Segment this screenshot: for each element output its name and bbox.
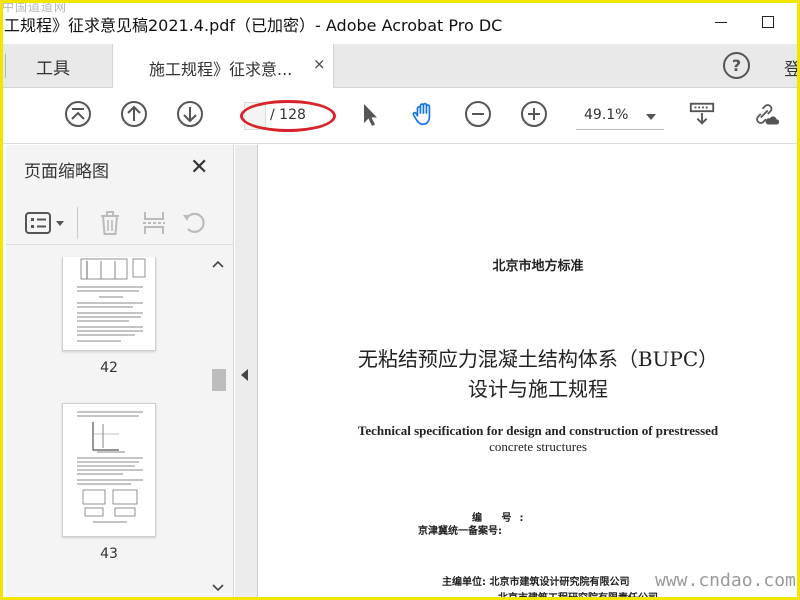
chevron-down-icon: [646, 114, 656, 120]
thumbnails-panel: 页面缩略图 ✕ 42 43: [6, 145, 234, 600]
help-icon[interactable]: ?: [723, 52, 750, 79]
doc-editor-line1: 主编单位: 北京市建筑设计研究院有限公司: [442, 577, 630, 588]
select-tool-button[interactable]: [356, 100, 384, 128]
scrolling-mode-button[interactable]: [688, 100, 716, 128]
sign-in-link[interactable]: 登: [784, 55, 800, 80]
page-preview: [77, 411, 143, 523]
toolbar-divider: [77, 207, 78, 239]
thumbnail-options-button[interactable]: [24, 209, 70, 237]
cursor-arrow-icon: [364, 104, 377, 126]
first-page-icon: [65, 101, 91, 127]
thumbnail-label: 42: [100, 360, 118, 376]
arrow-up-icon: [121, 101, 147, 127]
extract-pages-icon: [143, 212, 165, 234]
scroll-down-icon: [212, 584, 224, 592]
next-page-button[interactable]: [176, 100, 204, 128]
arrow-down-icon: [177, 101, 203, 127]
zoom-in-button[interactable]: [520, 100, 548, 128]
list-options-icon: [25, 212, 64, 234]
zoom-out-button[interactable]: [464, 100, 492, 128]
maximize-icon: [762, 16, 774, 28]
close-panel-button[interactable]: ✕: [190, 155, 208, 180]
thumbnails-scrollbar[interactable]: [208, 257, 228, 595]
tab-bar: 工具 施工规程》征求意... ×: [0, 44, 800, 88]
toolbar: / 128 49.1%: [0, 88, 800, 144]
maximize-button[interactable]: [752, 8, 784, 36]
extract-pages-button[interactable]: [140, 209, 168, 237]
plus-circle-icon: [521, 101, 547, 127]
scroll-up-icon: [212, 260, 224, 268]
page-preview: [77, 258, 146, 342]
scroll-mode-icon: [689, 102, 715, 125]
tab-document-label: 施工规程》征求意...: [149, 60, 293, 79]
thumbnails-panel-title: 页面缩略图: [24, 162, 109, 182]
minus-circle-icon: [465, 101, 491, 127]
thumbnails-toolbar: [6, 201, 234, 245]
doc-title-line2: 设计与施工规程: [468, 377, 608, 401]
document-view[interactable]: 北京市地方标准 无粘结预应力混凝土结构体系（BUPC） 设计与施工规程 Tech…: [257, 145, 800, 600]
panel-splitter[interactable]: [235, 145, 257, 600]
rotate-pages-button[interactable]: [180, 209, 208, 237]
window-title: 工规程》征求意见稿2021.4.pdf（已加密）- Adobe Acrobat …: [4, 16, 503, 35]
minimize-button[interactable]: [705, 8, 737, 36]
watermark-bottom: www.cndao.com: [655, 570, 796, 591]
doc-record-label: 京津冀统一备案号:: [418, 526, 502, 537]
zoom-select[interactable]: 49.1%: [576, 104, 664, 130]
page-number-annotation: [240, 100, 336, 132]
doc-standard-type: 北京市地方标准: [492, 259, 584, 274]
rotate-icon: [183, 212, 205, 233]
doc-editor-line2: 北京市建筑工程研究院有限责任公司: [498, 593, 658, 600]
tab-tools[interactable]: 工具: [36, 54, 70, 79]
hand-icon: [412, 102, 431, 126]
minimize-icon: [715, 21, 727, 23]
link-cloud-icon: [756, 104, 780, 125]
delete-pages-button[interactable]: [96, 209, 124, 237]
hand-tool-button[interactable]: [410, 100, 438, 128]
doc-english-title-line2: concrete structures: [489, 439, 587, 454]
tab-close-button[interactable]: ×: [313, 55, 326, 73]
thumbnail-label: 43: [100, 546, 118, 562]
share-link-button[interactable]: [752, 100, 780, 128]
page-thumbnail[interactable]: [62, 403, 156, 537]
zoom-value: 49.1%: [584, 107, 629, 123]
tab-separator: [0, 54, 6, 78]
trash-icon: [101, 211, 119, 235]
first-page-button[interactable]: [64, 100, 92, 128]
collapse-panel-icon[interactable]: [241, 369, 248, 381]
title-bar: 中国道道网 工规程》征求意见稿2021.4.pdf（已加密）- Adobe Ac…: [0, 0, 800, 44]
scrollbar-thumb[interactable]: [212, 369, 226, 391]
doc-title-line1: 无粘结预应力混凝土结构体系（BUPC）: [357, 347, 719, 371]
page-thumbnail[interactable]: [62, 257, 156, 351]
tab-document[interactable]: 施工规程》征求意... ×: [112, 44, 334, 88]
doc-english-title-line1: Technical specification for design and c…: [357, 423, 719, 438]
previous-page-button[interactable]: [120, 100, 148, 128]
